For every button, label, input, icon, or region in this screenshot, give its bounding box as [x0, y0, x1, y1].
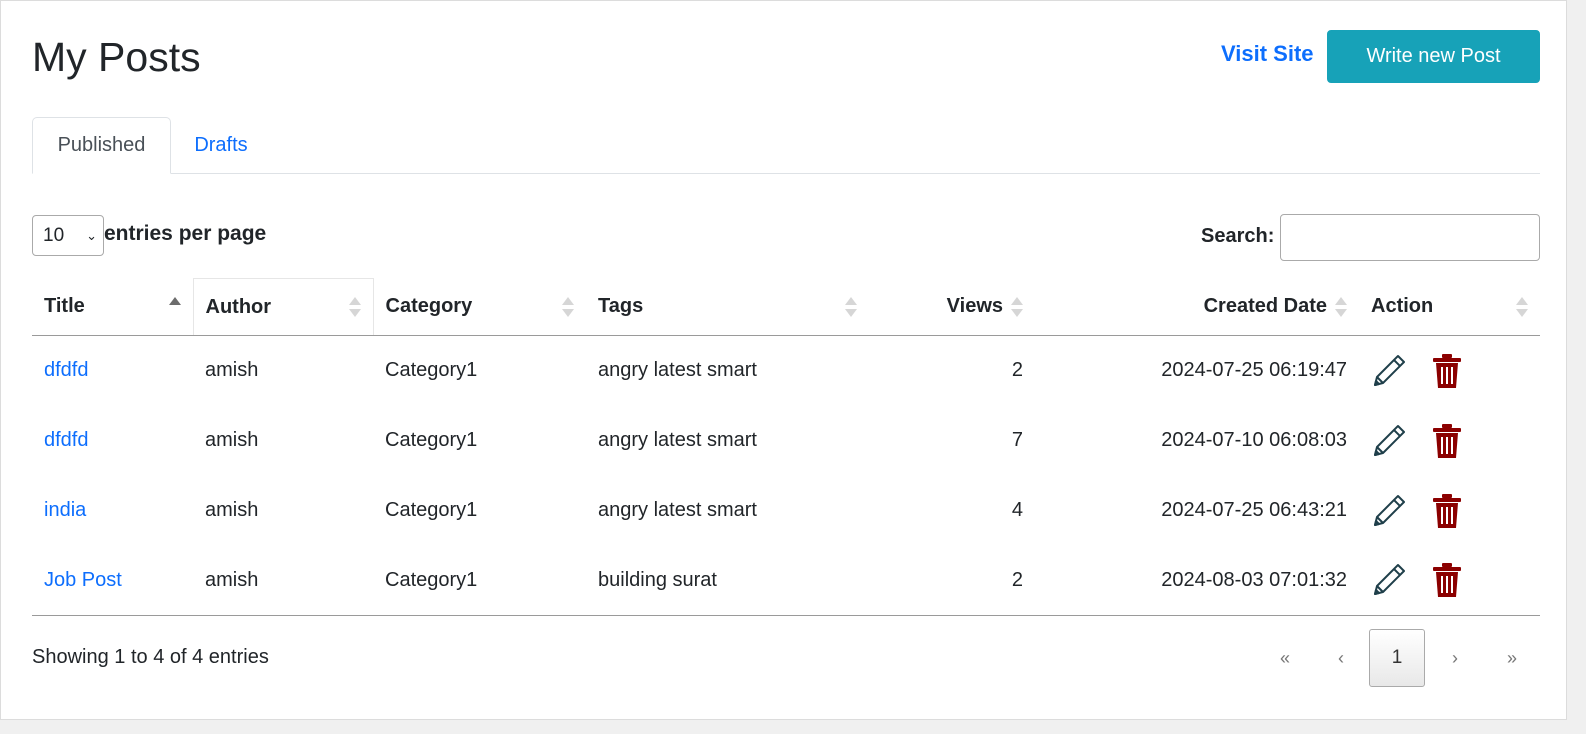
- pagination-last-button[interactable]: »: [1484, 629, 1540, 687]
- column-header-category[interactable]: Category: [373, 278, 586, 336]
- post-author: amish: [193, 545, 373, 616]
- post-tags: angry latest smart: [598, 429, 757, 451]
- table-header-row: Title Author Category Tags Views Created…: [32, 278, 1540, 336]
- post-category: Category1: [385, 359, 478, 382]
- pencil-icon[interactable]: [1371, 353, 1407, 389]
- table-row: india amish Category1 angry latest smart…: [32, 476, 1540, 546]
- post-author: amish: [205, 429, 259, 451]
- entries-per-page-select[interactable]: 10 ⌄: [32, 215, 104, 256]
- trash-icon[interactable]: [1429, 562, 1465, 598]
- row-actions: [1371, 353, 1528, 389]
- page-title: My Posts: [32, 34, 201, 80]
- posts-table: Title Author Category Tags Views Created…: [32, 278, 1540, 616]
- chevron-down-icon: ⌄: [86, 228, 97, 243]
- column-header-label: Title: [44, 295, 85, 318]
- post-tags: building surat: [586, 545, 869, 616]
- entries-per-page-value: 10: [43, 224, 65, 246]
- search-label: Search:: [1201, 225, 1275, 247]
- post-created-date: 2024-07-10 06:08:03: [1161, 429, 1347, 451]
- tab-published[interactable]: Published: [32, 117, 171, 174]
- table-row: dfdfd amish Category1 angry latest smart…: [32, 406, 1540, 476]
- pagination-page-1[interactable]: 1: [1369, 629, 1425, 687]
- trash-icon[interactable]: [1429, 353, 1465, 389]
- post-title-link[interactable]: Job Post: [44, 569, 122, 591]
- post-category: Category1: [385, 429, 478, 451]
- pencil-icon[interactable]: [1371, 562, 1407, 598]
- post-created-date: 2024-07-25 06:43:21: [1161, 499, 1347, 521]
- post-tags: angry latest smart: [598, 499, 757, 521]
- table-body: dfdfd amish Category1 angry latest smart…: [32, 336, 1540, 616]
- column-header-views[interactable]: Views: [869, 278, 1035, 336]
- write-new-post-button[interactable]: Write new Post: [1327, 30, 1540, 83]
- post-author: amish: [205, 359, 259, 382]
- post-views: 2: [869, 545, 1035, 616]
- sort-icon: [562, 296, 576, 319]
- table-row: dfdfd amish Category1 angry latest smart…: [32, 336, 1540, 406]
- column-header-tags[interactable]: Tags: [586, 278, 869, 336]
- pagination-next-button[interactable]: ›: [1427, 629, 1483, 687]
- post-views: 4: [1011, 499, 1023, 521]
- post-tags: angry latest smart: [598, 359, 757, 382]
- tab-drafts[interactable]: Drafts: [171, 117, 271, 174]
- sort-icon: [845, 296, 859, 319]
- column-header-created-date[interactable]: Created Date: [1035, 278, 1359, 336]
- search-input[interactable]: [1280, 214, 1540, 261]
- column-header-label: Views: [946, 295, 1003, 318]
- pencil-icon[interactable]: [1371, 493, 1407, 529]
- table-row: Job Post amish Category1 building surat …: [32, 545, 1540, 616]
- sort-icon: [1516, 296, 1530, 319]
- post-views: 7: [1011, 429, 1023, 451]
- entries-per-page-label: entries per page: [104, 222, 267, 245]
- post-title-link[interactable]: dfdfd: [44, 359, 88, 381]
- pencil-icon[interactable]: [1371, 423, 1407, 459]
- column-header-label: Created Date: [1203, 295, 1327, 318]
- column-header-label: Author: [205, 295, 272, 318]
- post-views: 2: [1011, 359, 1023, 382]
- column-header-label: Action: [1371, 295, 1434, 318]
- sort-ascending-icon: [168, 296, 183, 319]
- post-category: Category1: [373, 545, 586, 616]
- post-created-date: 2024-07-25 06:19:47: [1161, 359, 1347, 382]
- sort-icon: [1011, 296, 1025, 319]
- row-actions: [1371, 423, 1528, 459]
- sort-icon: [1335, 296, 1349, 319]
- post-title-link[interactable]: dfdfd: [44, 429, 88, 451]
- column-header-author[interactable]: Author: [192, 278, 374, 336]
- row-actions: [1371, 562, 1528, 598]
- post-title-link[interactable]: india: [44, 499, 86, 521]
- page: My Posts Visit Site Write new Post Publi…: [0, 0, 1567, 720]
- table-info: Showing 1 to 4 of 4 entries: [32, 646, 269, 668]
- pagination-first-button[interactable]: «: [1257, 629, 1313, 687]
- column-header-label: Tags: [598, 295, 644, 318]
- column-header-label: Category: [385, 295, 473, 318]
- post-created-date: 2024-08-03 07:01:32: [1035, 545, 1359, 616]
- post-tabs: Published Drafts: [32, 117, 1540, 174]
- post-category: Category1: [385, 499, 478, 521]
- column-header-title[interactable]: Title: [32, 278, 193, 336]
- row-actions: [1371, 493, 1528, 529]
- pagination-prev-button[interactable]: ‹: [1313, 629, 1369, 687]
- column-header-action[interactable]: Action: [1359, 278, 1540, 336]
- trash-icon[interactable]: [1429, 423, 1465, 459]
- sort-icon: [348, 297, 363, 319]
- trash-icon[interactable]: [1429, 493, 1465, 529]
- post-author: amish: [205, 499, 259, 521]
- visit-site-link[interactable]: Visit Site: [1221, 39, 1314, 69]
